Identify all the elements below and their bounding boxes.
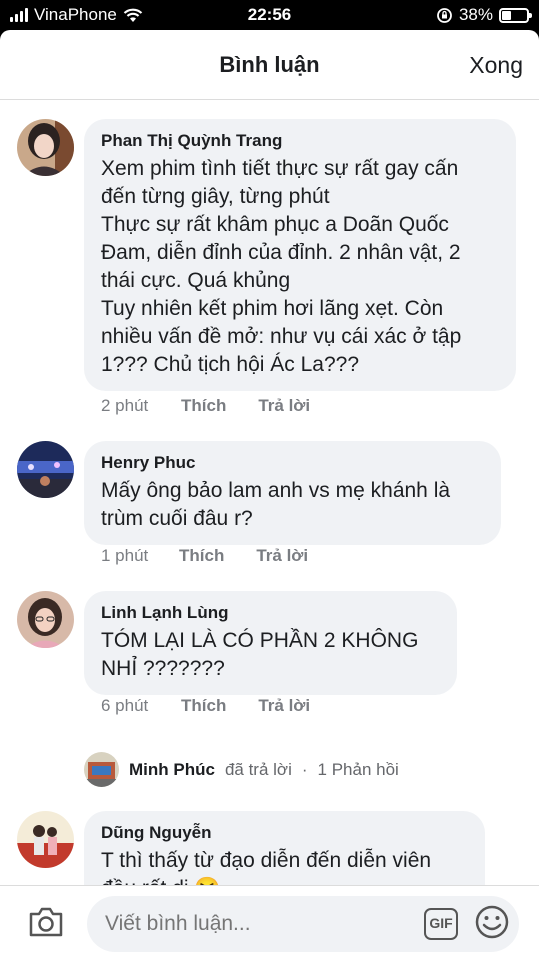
reply-author: Minh Phúc [129, 759, 215, 779]
reply-button[interactable]: Trả lời [258, 696, 310, 716]
comment-author[interactable]: Dũng Nguyễn [101, 823, 469, 843]
avatar[interactable] [17, 591, 74, 648]
comment-bubble[interactable]: Linh Lạnh Lùng TÓM LẠI LÀ CÓ PHẦN 2 KHÔN… [84, 591, 457, 695]
avatar[interactable] [17, 119, 74, 176]
rotation-lock-icon [437, 7, 452, 23]
avatar[interactable] [84, 752, 119, 787]
reply-summary[interactable]: Minh Phúc đã trả lời · 1 Phản hồi [84, 752, 399, 787]
reply-count: 1 Phản hồi [317, 759, 399, 779]
comment-text: T thì thấy từ đạo diễn đến diễn viên đều… [101, 847, 469, 886]
like-button[interactable]: Thích [181, 696, 226, 716]
comment-author[interactable]: Phan Thị Quỳnh Trang [101, 131, 500, 151]
emoji-icon[interactable] [474, 904, 510, 945]
comment-bubble[interactable]: Phan Thị Quỳnh Trang Xem phim tình tiết … [84, 119, 516, 391]
comment-text: TÓM LẠI LÀ CÓ PHẦN 2 KHÔNG NHỈ ??????? [101, 629, 419, 680]
avatar[interactable] [17, 441, 74, 498]
comment-actions: 6 phút Thích Trả lời [101, 696, 342, 716]
comment-text: Mấy ông bảo lam anh vs mẹ khánh là trùm … [101, 479, 451, 530]
comment-actions: 1 phút Thích Trả lời [101, 546, 340, 566]
battery-percent: 38% [458, 5, 493, 24]
status-right: 38% [436, 5, 532, 25]
gif-button[interactable]: GIF [424, 908, 458, 940]
comment-text-body: T thì thấy từ đạo diễn đến diễn viên đều… [101, 849, 432, 886]
page-title: Bình luận [219, 52, 320, 77]
comment-author[interactable]: Linh Lạnh Lùng [101, 603, 441, 623]
comments-sheet: Bình luận Xong Phan Thị Quỳnh Trang Xem … [0, 30, 539, 960]
reply-button[interactable]: Trả lời [258, 396, 310, 416]
done-button[interactable]: Xong [469, 52, 523, 79]
comment-time: 6 phút [101, 696, 149, 715]
avatar[interactable] [17, 811, 74, 868]
comment-list[interactable]: Phan Thị Quỳnh Trang Xem phim tình tiết … [0, 101, 539, 886]
comment-bubble[interactable]: Dũng Nguyễn T thì thấy từ đạo diễn đến d… [84, 811, 485, 886]
reply-separator: · [301, 759, 308, 779]
reply-button[interactable]: Trả lời [256, 546, 308, 566]
reply-action: đã trả lời [224, 759, 292, 779]
camera-icon[interactable] [28, 906, 64, 943]
like-button[interactable]: Thích [181, 396, 226, 416]
comments-header: Bình luận Xong [0, 30, 539, 100]
status-bar: VinaPhone 22:56 38% [0, 0, 539, 30]
comment-actions: 2 phút Thích Trả lời [101, 396, 342, 416]
comment-author[interactable]: Henry Phuc [101, 453, 485, 473]
comment-bubble[interactable]: Henry Phuc Mấy ông bảo lam anh vs mẹ khá… [84, 441, 501, 545]
like-button[interactable]: Thích [179, 546, 224, 566]
battery-icon [499, 7, 532, 23]
comment-time: 2 phút [101, 396, 149, 415]
comment-time: 1 phút [101, 546, 149, 565]
comment-text: Xem phim tình tiết thực sự rất gay cấn đ… [101, 157, 462, 376]
comment-composer: GIF [0, 885, 539, 960]
